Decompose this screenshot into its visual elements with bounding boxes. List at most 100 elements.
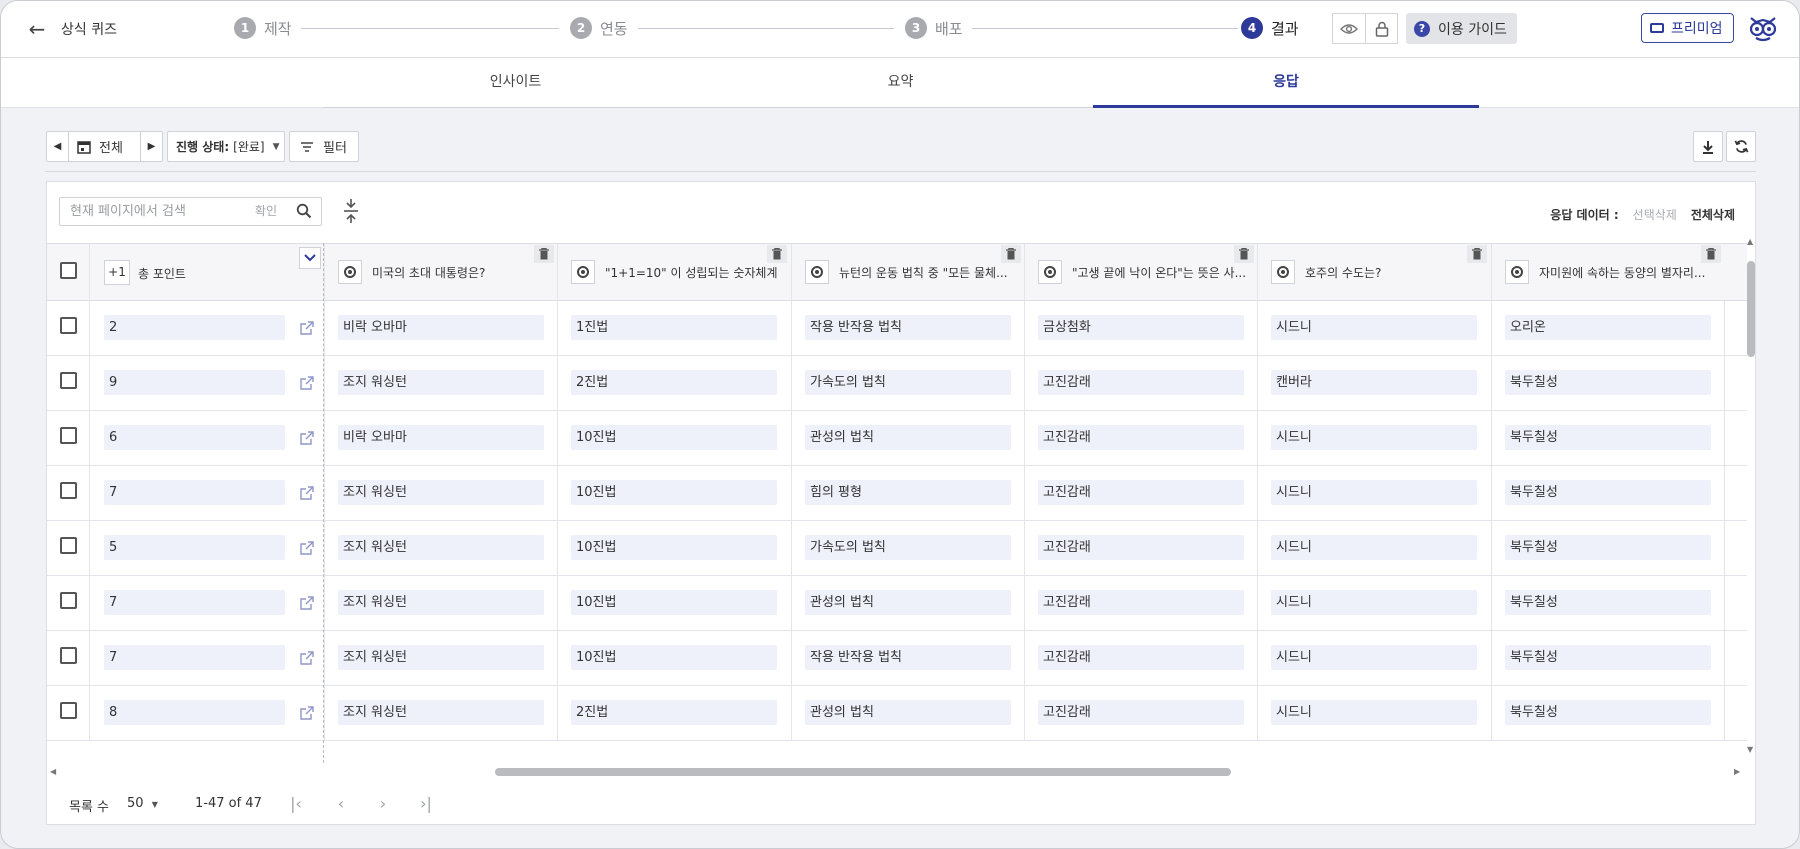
step-number: 3	[905, 17, 927, 39]
column-divider	[1724, 576, 1725, 631]
row-checkbox[interactable]	[60, 702, 77, 719]
column-divider	[324, 244, 325, 302]
last-page-icon[interactable]: ›|	[415, 793, 437, 815]
column-divider	[1724, 301, 1725, 356]
delete-column-icon[interactable]	[767, 245, 787, 263]
delete-all-button[interactable]: 전체삭제	[1691, 206, 1735, 223]
back-arrow-icon[interactable]: ←	[25, 17, 49, 41]
table-row: 6 비락 오바마 10진법 관성의 법칙 고진감래 시드니 북두칠성	[47, 411, 1747, 466]
column-divider	[324, 301, 325, 356]
table-row: 8 조지 워싱턴 2진법 관성의 법칙 고진감래 시드니 북두칠성	[47, 686, 1747, 741]
delete-column-icon[interactable]	[1467, 245, 1487, 263]
pagination-footer: 목록 수 50 ▼ 1-47 of 47 |‹ ‹ › ›|	[47, 779, 1755, 825]
delete-column-icon[interactable]	[1234, 245, 1254, 263]
status-filter-dropdown[interactable]: 진행 상태: [완료] ▼	[167, 131, 285, 162]
step-result[interactable]: 4 결과	[1241, 15, 1299, 41]
row-checkbox[interactable]	[60, 592, 77, 609]
step-make[interactable]: 1 제작	[234, 15, 292, 41]
tab-summary[interactable]: 요약	[708, 58, 1093, 108]
answer-cell: 관성의 법칙	[805, 425, 1011, 450]
open-external-icon[interactable]	[299, 430, 315, 446]
next-arrow-icon[interactable]: ▶	[140, 132, 162, 161]
horizontal-scroll-thumb[interactable]	[495, 768, 1231, 776]
collapse-column-button[interactable]	[299, 247, 321, 269]
column-divider	[791, 301, 792, 356]
step-connect[interactable]: 2 연동	[570, 15, 628, 41]
refresh-icon	[1734, 140, 1748, 153]
step-deploy[interactable]: 3 배포	[905, 15, 963, 41]
owl-logo-icon[interactable]	[1747, 14, 1779, 42]
open-external-icon[interactable]	[299, 595, 315, 611]
compress-rows-icon[interactable]	[341, 198, 361, 224]
answer-cell: 금상첨화	[1038, 315, 1244, 340]
open-external-icon[interactable]	[299, 540, 315, 556]
rows-per-page-select[interactable]: 50 ▼	[127, 796, 158, 811]
answer-cell: 시드니	[1271, 480, 1477, 505]
add-points-button[interactable]: +1	[104, 260, 130, 285]
delete-selected-button[interactable]: 선택삭제	[1633, 206, 1677, 223]
answer-cell: 고진감래	[1038, 425, 1244, 450]
row-checkbox[interactable]	[60, 427, 77, 444]
column-divider	[1491, 686, 1492, 741]
answer-cell: 조지 워싱턴	[338, 700, 544, 725]
question-title: 뉴턴의 운동 법칙 중 "모든 물체...	[839, 265, 1008, 280]
download-icon	[1703, 140, 1713, 154]
next-page-icon[interactable]: ›	[372, 793, 394, 815]
tab-insight[interactable]: 인사이트	[323, 58, 708, 108]
scroll-right-icon[interactable]: ▶	[1734, 767, 1740, 776]
search-input[interactable]: 현재 페이지에서 검색 확인	[59, 197, 322, 226]
eye-icon[interactable]	[1333, 14, 1365, 43]
step-connector	[638, 28, 894, 29]
column-divider	[1024, 686, 1025, 741]
answer-cell: 북두칠성	[1505, 590, 1711, 615]
download-button[interactable]	[1693, 131, 1723, 162]
row-checkbox[interactable]	[60, 317, 77, 334]
column-divider	[791, 356, 792, 411]
column-divider	[1491, 631, 1492, 686]
question-title: 미국의 초대 대통령은?	[372, 265, 486, 280]
response-data-label: 응답 데이터 :	[1550, 208, 1619, 222]
lock-icon[interactable]	[1365, 14, 1397, 43]
select-all-checkbox[interactable]	[60, 262, 77, 279]
search-icon[interactable]	[296, 203, 312, 219]
horizontal-scrollbar[interactable]: ◀ ▶	[50, 767, 1750, 777]
delete-column-icon[interactable]	[534, 245, 554, 263]
scroll-left-icon[interactable]: ◀	[50, 767, 56, 776]
delete-column-icon[interactable]	[1701, 245, 1721, 263]
first-page-icon[interactable]: |‹	[285, 793, 307, 815]
column-divider	[89, 686, 90, 741]
open-external-icon[interactable]	[299, 705, 315, 721]
row-checkbox[interactable]	[60, 372, 77, 389]
prev-page-icon[interactable]: ‹	[330, 793, 352, 815]
open-external-icon[interactable]	[299, 375, 315, 391]
tab-responses[interactable]: 응답	[1093, 58, 1479, 108]
date-range-button[interactable]: 전체	[69, 137, 140, 156]
search-confirm-button[interactable]: 확인	[255, 198, 277, 225]
step-connector	[301, 28, 559, 29]
row-checkbox[interactable]	[60, 647, 77, 664]
radio-question-icon	[1038, 260, 1062, 284]
open-external-icon[interactable]	[299, 485, 315, 501]
column-divider	[1024, 411, 1025, 466]
date-range-label: 전체	[99, 141, 123, 156]
filter-button[interactable]: 필터	[289, 131, 359, 162]
usage-guide-button[interactable]: ? 이용 가이드	[1406, 13, 1517, 44]
prev-arrow-icon[interactable]: ◀	[47, 132, 69, 161]
total-points-cell: 7	[104, 480, 285, 505]
scroll-up-icon[interactable]: ▲	[1747, 237, 1753, 246]
answer-cell: 가속도의 법칙	[805, 370, 1011, 395]
open-external-icon[interactable]	[299, 650, 315, 666]
vertical-scrollbar[interactable]: ▲ ▼	[1747, 237, 1755, 755]
question-header: "고생 끝에 낙이 온다"는 뜻은 사...	[1038, 258, 1245, 286]
refresh-button[interactable]	[1726, 131, 1756, 162]
vertical-scroll-thumb[interactable]	[1747, 261, 1755, 357]
answer-cell: 조지 워싱턴	[338, 480, 544, 505]
row-checkbox[interactable]	[60, 537, 77, 554]
scroll-down-icon[interactable]: ▼	[1747, 745, 1753, 754]
question-title: 자미원에 속하는 동양의 별자리...	[1539, 265, 1706, 280]
open-external-icon[interactable]	[299, 320, 315, 336]
premium-button[interactable]: 프리미엄	[1641, 13, 1734, 43]
delete-column-icon[interactable]	[1001, 245, 1021, 263]
column-divider	[1257, 411, 1258, 466]
row-checkbox[interactable]	[60, 482, 77, 499]
